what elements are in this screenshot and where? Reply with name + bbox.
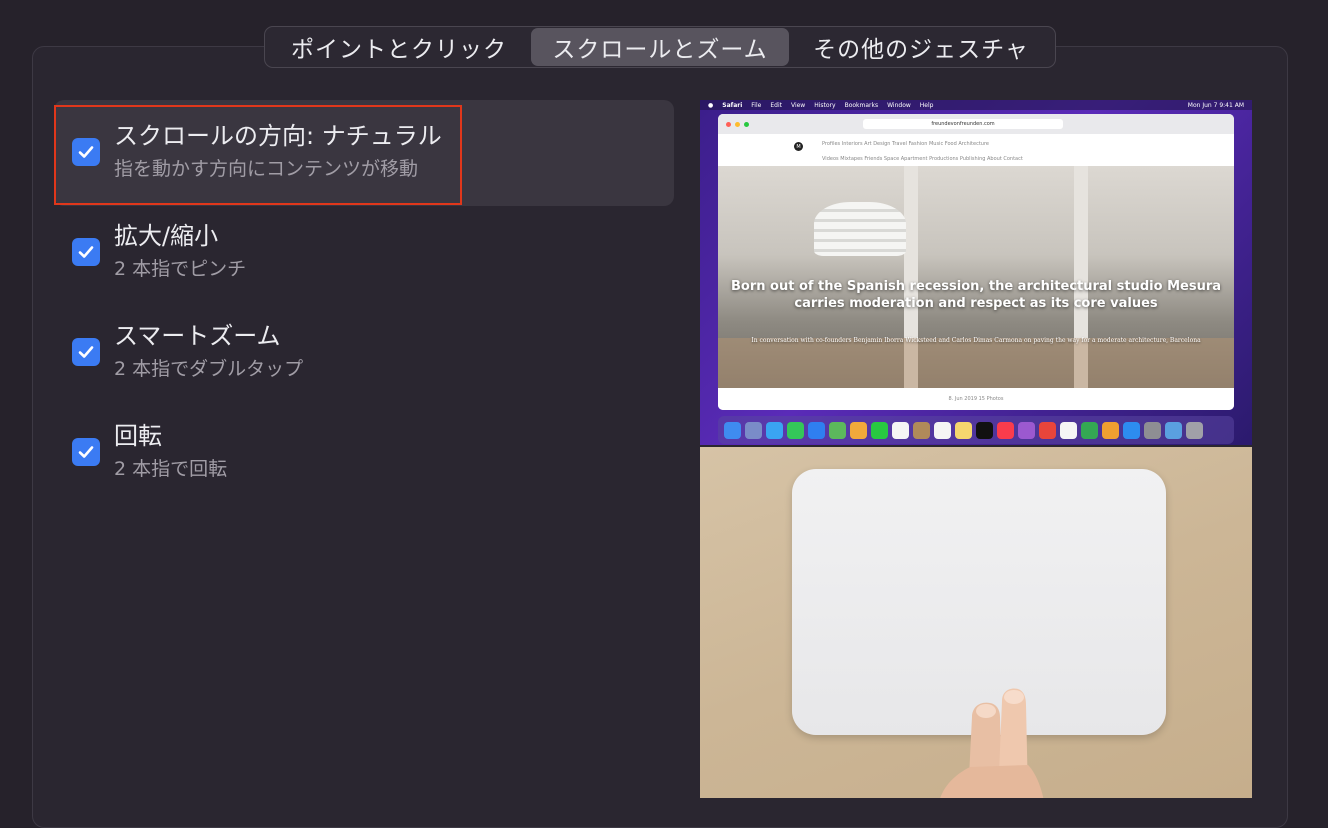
menubar-item: File	[751, 101, 762, 109]
notes-icon	[955, 421, 972, 439]
preview-menubar: ● Safari File Edit View History Bookmark…	[700, 100, 1252, 110]
menubar-item: Safari	[722, 101, 743, 109]
menubar-item: View	[790, 101, 806, 109]
finder-icon	[724, 421, 741, 439]
option-zoom[interactable]: 拡大/縮小 2 本指でピンチ	[54, 200, 674, 306]
zoom-icon	[744, 121, 749, 127]
maps-icon	[829, 421, 846, 439]
segmented-control: ポイントとクリック スクロールとズーム その他のジェスチャ	[264, 26, 1056, 68]
hero-headline: Born out of the Spanish recession, the a…	[730, 279, 1222, 311]
hero-photo: Born out of the Spanish recession, the a…	[718, 166, 1234, 388]
preview-browser-window: freundevonfreunden.com M Profiles Interi…	[718, 114, 1234, 410]
option-subtitle: 2 本指でダブルタップ	[114, 358, 304, 380]
keynote-icon	[1060, 421, 1077, 439]
photos-icon	[850, 421, 867, 439]
messages-icon	[787, 421, 804, 439]
launchpad-icon	[745, 421, 762, 439]
apple-icon: ●	[708, 101, 714, 109]
option-title: スマートズーム	[114, 322, 281, 350]
hero-table	[718, 338, 1234, 388]
menubar-item: Bookmarks	[844, 101, 879, 109]
rotate-checkbox[interactable]	[72, 438, 100, 466]
numbers-icon	[1081, 421, 1098, 439]
option-smart-zoom[interactable]: スマートズーム 2 本指でダブルタップ	[54, 300, 674, 406]
tab-more-gestures[interactable]: その他のジェスチャ	[789, 28, 1053, 66]
trackpad-demo	[700, 447, 1252, 798]
checkmark-icon	[78, 246, 94, 258]
minimize-icon	[735, 121, 740, 127]
option-rotate[interactable]: 回転 2 本指で回転	[54, 400, 674, 506]
checkmark-icon	[78, 346, 94, 358]
browser-url-bar: freundevonfreunden.com	[863, 119, 1063, 129]
tab-point-and-click[interactable]: ポイントとクリック	[267, 28, 531, 66]
news-icon	[1039, 421, 1056, 439]
checkmark-icon	[78, 446, 94, 458]
close-icon	[726, 121, 731, 127]
contacts-icon	[913, 421, 930, 439]
mail-icon	[808, 421, 825, 439]
zoom-checkbox[interactable]	[72, 238, 100, 266]
calendar-icon	[892, 421, 909, 439]
browser-toolbar: freundevonfreunden.com	[718, 114, 1234, 134]
menubar-item: Window	[887, 101, 911, 109]
pendant-lamp	[814, 202, 906, 256]
podcasts-icon	[1018, 421, 1035, 439]
site-logo: M	[794, 142, 803, 151]
gesture-preview: ● Safari File Edit View History Bookmark…	[700, 100, 1252, 798]
annotation-highlight-box	[54, 105, 462, 205]
option-title: 拡大/縮小	[114, 222, 219, 250]
preview-dock	[718, 416, 1234, 444]
system-preferences-icon	[1144, 421, 1161, 439]
option-title: 回転	[114, 422, 162, 450]
article-meta: 8. Jun 2019 15 Photos	[718, 388, 1234, 410]
tv-icon	[976, 421, 993, 439]
trash-icon	[1186, 421, 1203, 439]
menubar-item: History	[814, 101, 836, 109]
app-store-icon	[1123, 421, 1140, 439]
safari-icon	[766, 421, 783, 439]
tab-scroll-and-zoom[interactable]: スクロールとズーム	[531, 28, 789, 66]
downloads-folder-icon	[1165, 421, 1182, 439]
option-subtitle: 2 本指でピンチ	[114, 258, 247, 280]
hero-subline: In conversation with co-founders Benjami…	[751, 337, 1201, 344]
menubar-clock: Mon Jun 7 9:41 AM	[1187, 101, 1244, 109]
facetime-icon	[871, 421, 888, 439]
site-navigation: M Profiles Interiors Art Design Travel F…	[718, 134, 1234, 166]
reminders-icon	[934, 421, 951, 439]
site-nav-primary: Profiles Interiors Art Design Travel Fas…	[822, 141, 989, 147]
music-icon	[997, 421, 1014, 439]
option-subtitle: 2 本指で回転	[114, 458, 228, 480]
pages-icon	[1102, 421, 1119, 439]
menubar-item: Edit	[770, 101, 782, 109]
smart-zoom-checkbox[interactable]	[72, 338, 100, 366]
two-finger-hand-illustration	[940, 688, 1044, 798]
site-nav-secondary: Videos Mixtapes Friends Space Apartment …	[822, 156, 1023, 162]
preview-mac-screen: ● Safari File Edit View History Bookmark…	[700, 100, 1252, 445]
menubar-item: Help	[919, 101, 934, 109]
